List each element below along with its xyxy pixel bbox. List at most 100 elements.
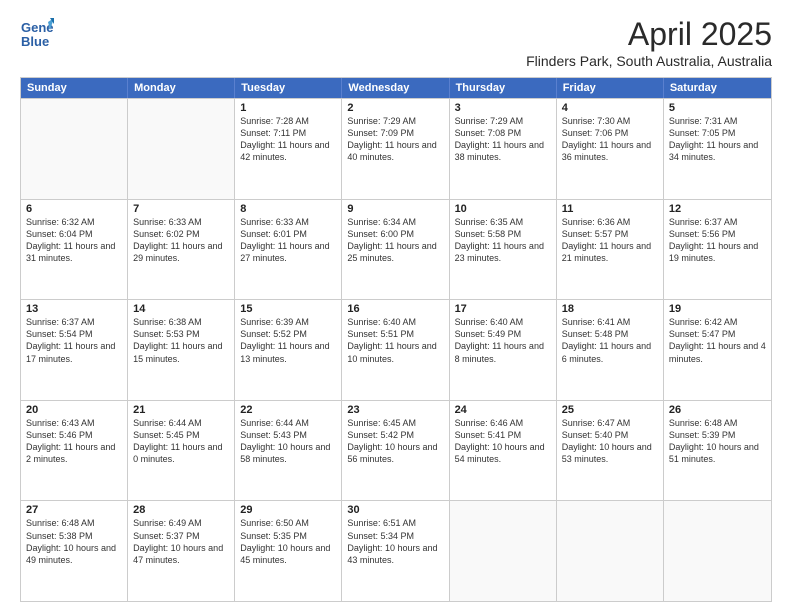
cal-cell: 25Sunrise: 6:47 AMSunset: 5:40 PMDayligh… bbox=[557, 401, 664, 501]
cal-cell: 30Sunrise: 6:51 AMSunset: 5:34 PMDayligh… bbox=[342, 501, 449, 601]
day-info: Sunrise: 6:40 AMSunset: 5:51 PMDaylight:… bbox=[347, 316, 443, 365]
day-info: Sunrise: 6:48 AMSunset: 5:39 PMDaylight:… bbox=[669, 417, 766, 466]
header: General Blue April 2025 Flinders Park, S… bbox=[20, 16, 772, 69]
day-number: 22 bbox=[240, 404, 336, 416]
day-number: 16 bbox=[347, 303, 443, 315]
day-info: Sunrise: 6:37 AMSunset: 5:54 PMDaylight:… bbox=[26, 316, 122, 365]
cal-cell: 26Sunrise: 6:48 AMSunset: 5:39 PMDayligh… bbox=[664, 401, 771, 501]
day-info: Sunrise: 7:30 AMSunset: 7:06 PMDaylight:… bbox=[562, 115, 658, 164]
title-area: April 2025 Flinders Park, South Australi… bbox=[526, 16, 772, 69]
cal-cell: 2Sunrise: 7:29 AMSunset: 7:09 PMDaylight… bbox=[342, 99, 449, 199]
cal-cell: 5Sunrise: 7:31 AMSunset: 7:05 PMDaylight… bbox=[664, 99, 771, 199]
cal-cell: 13Sunrise: 6:37 AMSunset: 5:54 PMDayligh… bbox=[21, 300, 128, 400]
week-row-1: 1Sunrise: 7:28 AMSunset: 7:11 PMDaylight… bbox=[21, 98, 771, 199]
day-info: Sunrise: 6:47 AMSunset: 5:40 PMDaylight:… bbox=[562, 417, 658, 466]
day-number: 23 bbox=[347, 404, 443, 416]
day-info: Sunrise: 6:33 AMSunset: 6:01 PMDaylight:… bbox=[240, 216, 336, 265]
cal-cell bbox=[128, 99, 235, 199]
header-wednesday: Wednesday bbox=[342, 78, 449, 98]
day-number: 30 bbox=[347, 504, 443, 516]
cal-cell: 9Sunrise: 6:34 AMSunset: 6:00 PMDaylight… bbox=[342, 200, 449, 300]
header-tuesday: Tuesday bbox=[235, 78, 342, 98]
cal-cell: 21Sunrise: 6:44 AMSunset: 5:45 PMDayligh… bbox=[128, 401, 235, 501]
day-number: 10 bbox=[455, 203, 551, 215]
cal-cell: 16Sunrise: 6:40 AMSunset: 5:51 PMDayligh… bbox=[342, 300, 449, 400]
day-number: 14 bbox=[133, 303, 229, 315]
day-number: 1 bbox=[240, 102, 336, 114]
day-number: 25 bbox=[562, 404, 658, 416]
day-info: Sunrise: 6:34 AMSunset: 6:00 PMDaylight:… bbox=[347, 216, 443, 265]
day-info: Sunrise: 6:32 AMSunset: 6:04 PMDaylight:… bbox=[26, 216, 122, 265]
day-info: Sunrise: 7:31 AMSunset: 7:05 PMDaylight:… bbox=[669, 115, 766, 164]
week-row-2: 6Sunrise: 6:32 AMSunset: 6:04 PMDaylight… bbox=[21, 199, 771, 300]
header-monday: Monday bbox=[128, 78, 235, 98]
cal-cell: 18Sunrise: 6:41 AMSunset: 5:48 PMDayligh… bbox=[557, 300, 664, 400]
day-number: 3 bbox=[455, 102, 551, 114]
cal-cell bbox=[557, 501, 664, 601]
cal-cell: 22Sunrise: 6:44 AMSunset: 5:43 PMDayligh… bbox=[235, 401, 342, 501]
day-info: Sunrise: 7:28 AMSunset: 7:11 PMDaylight:… bbox=[240, 115, 336, 164]
day-info: Sunrise: 7:29 AMSunset: 7:08 PMDaylight:… bbox=[455, 115, 551, 164]
day-number: 26 bbox=[669, 404, 766, 416]
day-number: 20 bbox=[26, 404, 122, 416]
day-number: 24 bbox=[455, 404, 551, 416]
svg-text:Blue: Blue bbox=[21, 34, 49, 49]
cal-cell: 17Sunrise: 6:40 AMSunset: 5:49 PMDayligh… bbox=[450, 300, 557, 400]
day-number: 11 bbox=[562, 203, 658, 215]
cal-cell bbox=[664, 501, 771, 601]
cal-cell: 24Sunrise: 6:46 AMSunset: 5:41 PMDayligh… bbox=[450, 401, 557, 501]
cal-cell bbox=[450, 501, 557, 601]
day-info: Sunrise: 6:44 AMSunset: 5:43 PMDaylight:… bbox=[240, 417, 336, 466]
day-number: 13 bbox=[26, 303, 122, 315]
day-info: Sunrise: 6:35 AMSunset: 5:58 PMDaylight:… bbox=[455, 216, 551, 265]
cal-cell: 12Sunrise: 6:37 AMSunset: 5:56 PMDayligh… bbox=[664, 200, 771, 300]
day-number: 4 bbox=[562, 102, 658, 114]
day-number: 18 bbox=[562, 303, 658, 315]
cal-cell: 20Sunrise: 6:43 AMSunset: 5:46 PMDayligh… bbox=[21, 401, 128, 501]
cal-cell: 11Sunrise: 6:36 AMSunset: 5:57 PMDayligh… bbox=[557, 200, 664, 300]
day-number: 7 bbox=[133, 203, 229, 215]
day-info: Sunrise: 6:40 AMSunset: 5:49 PMDaylight:… bbox=[455, 316, 551, 365]
logo-area: General Blue bbox=[20, 16, 54, 50]
day-info: Sunrise: 6:38 AMSunset: 5:53 PMDaylight:… bbox=[133, 316, 229, 365]
cal-cell: 6Sunrise: 6:32 AMSunset: 6:04 PMDaylight… bbox=[21, 200, 128, 300]
day-number: 21 bbox=[133, 404, 229, 416]
day-number: 6 bbox=[26, 203, 122, 215]
day-info: Sunrise: 6:48 AMSunset: 5:38 PMDaylight:… bbox=[26, 517, 122, 566]
day-info: Sunrise: 6:41 AMSunset: 5:48 PMDaylight:… bbox=[562, 316, 658, 365]
cal-cell: 15Sunrise: 6:39 AMSunset: 5:52 PMDayligh… bbox=[235, 300, 342, 400]
day-number: 17 bbox=[455, 303, 551, 315]
header-sunday: Sunday bbox=[21, 78, 128, 98]
header-friday: Friday bbox=[557, 78, 664, 98]
page: General Blue April 2025 Flinders Park, S… bbox=[0, 0, 792, 612]
week-row-5: 27Sunrise: 6:48 AMSunset: 5:38 PMDayligh… bbox=[21, 500, 771, 601]
day-info: Sunrise: 6:51 AMSunset: 5:34 PMDaylight:… bbox=[347, 517, 443, 566]
day-info: Sunrise: 6:33 AMSunset: 6:02 PMDaylight:… bbox=[133, 216, 229, 265]
cal-cell: 28Sunrise: 6:49 AMSunset: 5:37 PMDayligh… bbox=[128, 501, 235, 601]
day-info: Sunrise: 6:45 AMSunset: 5:42 PMDaylight:… bbox=[347, 417, 443, 466]
day-info: Sunrise: 6:39 AMSunset: 5:52 PMDaylight:… bbox=[240, 316, 336, 365]
cal-cell: 8Sunrise: 6:33 AMSunset: 6:01 PMDaylight… bbox=[235, 200, 342, 300]
subtitle: Flinders Park, South Australia, Australi… bbox=[526, 53, 772, 69]
cal-cell: 1Sunrise: 7:28 AMSunset: 7:11 PMDaylight… bbox=[235, 99, 342, 199]
logo-svg: General Blue bbox=[20, 16, 54, 50]
day-info: Sunrise: 6:46 AMSunset: 5:41 PMDaylight:… bbox=[455, 417, 551, 466]
day-number: 27 bbox=[26, 504, 122, 516]
cal-cell: 7Sunrise: 6:33 AMSunset: 6:02 PMDaylight… bbox=[128, 200, 235, 300]
week-row-3: 13Sunrise: 6:37 AMSunset: 5:54 PMDayligh… bbox=[21, 299, 771, 400]
cal-cell: 23Sunrise: 6:45 AMSunset: 5:42 PMDayligh… bbox=[342, 401, 449, 501]
day-number: 8 bbox=[240, 203, 336, 215]
cal-cell: 29Sunrise: 6:50 AMSunset: 5:35 PMDayligh… bbox=[235, 501, 342, 601]
cal-cell: 3Sunrise: 7:29 AMSunset: 7:08 PMDaylight… bbox=[450, 99, 557, 199]
day-info: Sunrise: 6:49 AMSunset: 5:37 PMDaylight:… bbox=[133, 517, 229, 566]
day-number: 2 bbox=[347, 102, 443, 114]
day-info: Sunrise: 6:37 AMSunset: 5:56 PMDaylight:… bbox=[669, 216, 766, 265]
main-title: April 2025 bbox=[526, 16, 772, 53]
day-info: Sunrise: 6:44 AMSunset: 5:45 PMDaylight:… bbox=[133, 417, 229, 466]
day-info: Sunrise: 6:50 AMSunset: 5:35 PMDaylight:… bbox=[240, 517, 336, 566]
day-number: 12 bbox=[669, 203, 766, 215]
day-number: 15 bbox=[240, 303, 336, 315]
calendar-header: Sunday Monday Tuesday Wednesday Thursday… bbox=[21, 78, 771, 98]
day-info: Sunrise: 6:36 AMSunset: 5:57 PMDaylight:… bbox=[562, 216, 658, 265]
calendar: Sunday Monday Tuesday Wednesday Thursday… bbox=[20, 77, 772, 602]
